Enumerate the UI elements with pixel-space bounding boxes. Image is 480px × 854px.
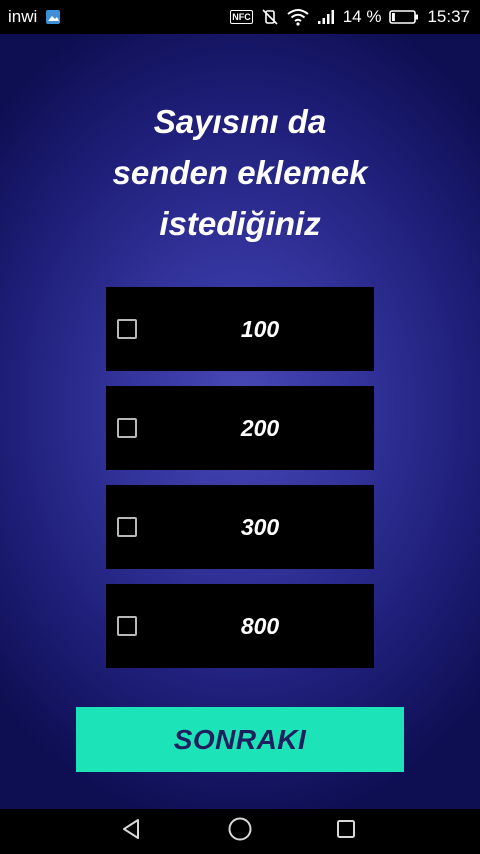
answer-option-3[interactable]: 300 xyxy=(106,485,374,569)
vibrate-off-icon xyxy=(261,8,279,26)
navigation-bar xyxy=(0,809,480,854)
checkbox[interactable] xyxy=(117,517,137,537)
app-screen: inwi NFC 14 % 15:37 Sayısını da senden e… xyxy=(0,0,480,854)
clock: 15:37 xyxy=(427,7,470,26)
main-content: Sayısını da senden eklemek istediğiniz 1… xyxy=(0,34,480,809)
back-button[interactable] xyxy=(102,809,162,854)
answer-label: 300 xyxy=(240,514,280,540)
question-line: Sayısını da xyxy=(153,103,327,140)
checkbox[interactable] xyxy=(117,418,137,438)
status-right: NFC 14 % 15:37 xyxy=(230,7,470,27)
answer-option-2[interactable]: 200 xyxy=(106,386,374,470)
nfc-icon: NFC xyxy=(230,10,253,24)
answer-option-1[interactable]: 100 xyxy=(106,287,374,371)
back-icon xyxy=(121,818,143,845)
question-line: istediğiniz xyxy=(159,205,321,242)
status-bar: inwi NFC 14 % 15:37 xyxy=(0,0,480,34)
next-button[interactable]: SONRAKI xyxy=(76,707,404,772)
battery-icon xyxy=(389,9,419,25)
answer-option-4[interactable]: 800 xyxy=(106,584,374,668)
carrier-name: inwi xyxy=(8,7,38,26)
wifi-icon xyxy=(287,8,309,26)
signal-icon xyxy=(317,9,335,25)
status-left: inwi xyxy=(8,7,61,27)
question-text: Sayısını da senden eklemek istediğiniz xyxy=(0,96,480,249)
home-icon xyxy=(227,816,253,847)
recents-icon xyxy=(335,818,357,845)
answer-options: 100 200 300 800 xyxy=(106,287,374,683)
home-button[interactable] xyxy=(210,809,270,854)
checkbox[interactable] xyxy=(117,616,137,636)
answer-label: 200 xyxy=(240,415,280,441)
answer-label: 800 xyxy=(240,613,280,639)
answer-label: 100 xyxy=(240,316,280,342)
gallery-notification-icon xyxy=(45,9,61,25)
checkbox[interactable] xyxy=(117,319,137,339)
recents-button[interactable] xyxy=(316,809,376,854)
question-line: senden eklemek xyxy=(112,154,368,191)
battery-percent: 14 % xyxy=(342,7,382,26)
